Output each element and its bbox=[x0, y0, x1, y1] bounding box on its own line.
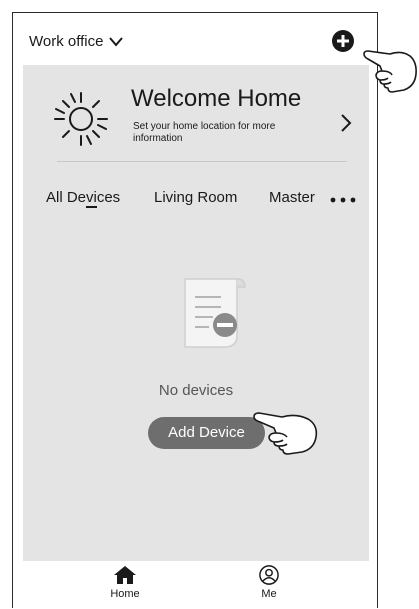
welcome-card[interactable]: Welcome Home Set your home location for … bbox=[23, 65, 369, 175]
location-selector[interactable]: Work office bbox=[29, 33, 124, 50]
bottom-tab-bar: Home Me bbox=[13, 561, 377, 609]
location-label: Work office bbox=[29, 33, 104, 50]
empty-state-message: No devices bbox=[158, 382, 234, 399]
header: Work office bbox=[13, 13, 377, 65]
tab-living-room[interactable]: Living Room bbox=[154, 189, 237, 206]
tabbar-label-home: Home bbox=[110, 588, 140, 600]
welcome-subtitle: Set your home location for more informat… bbox=[133, 121, 276, 144]
add-device-button[interactable]: Add Device bbox=[148, 417, 265, 449]
chevron-right-icon[interactable] bbox=[340, 113, 352, 133]
document-remove-icon bbox=[184, 278, 246, 348]
phone-screen: Work office Welcome Home Set your home l… bbox=[12, 12, 378, 609]
pointing-hand-icon bbox=[363, 50, 417, 93]
user-icon bbox=[259, 565, 279, 585]
welcome-title: Welcome Home bbox=[131, 85, 302, 112]
sun-icon bbox=[54, 92, 108, 146]
room-tabs: All Devices Living Room Master bbox=[23, 175, 369, 215]
divider bbox=[57, 161, 347, 162]
tab-all-devices[interactable]: All Devices bbox=[46, 189, 120, 206]
active-tab-indicator bbox=[86, 206, 97, 208]
tab-master[interactable]: Master bbox=[269, 189, 315, 206]
home-icon bbox=[114, 566, 136, 584]
tabbar-item-me[interactable]: Me bbox=[239, 565, 299, 600]
tabbar-item-home[interactable]: Home bbox=[95, 565, 155, 600]
pointing-hand-icon bbox=[253, 412, 318, 455]
more-dots-icon[interactable] bbox=[328, 195, 358, 205]
plus-circle-icon[interactable] bbox=[331, 29, 355, 53]
main-panel: Welcome Home Set your home location for … bbox=[23, 65, 369, 561]
tabbar-label-me: Me bbox=[261, 588, 277, 600]
chevron-down-icon bbox=[109, 36, 124, 47]
